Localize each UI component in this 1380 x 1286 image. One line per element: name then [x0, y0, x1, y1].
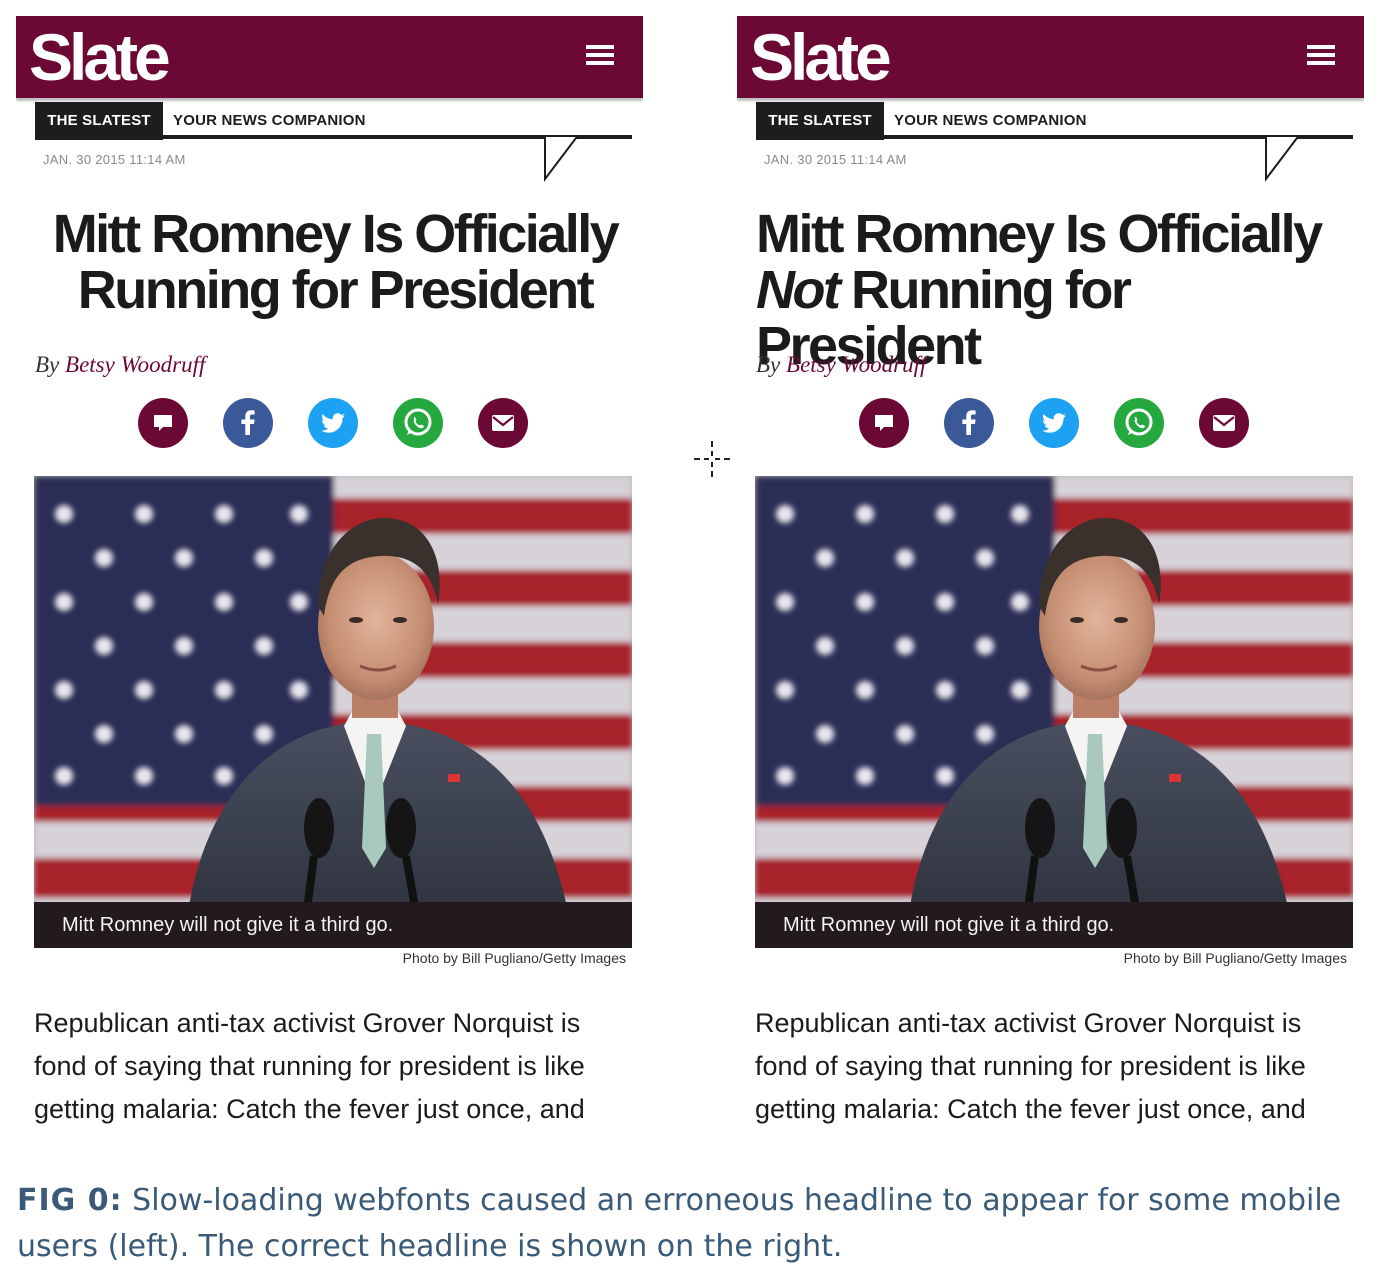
site-header: Slate [16, 16, 643, 98]
photo-credit: Photo by Bill Pugliano/Getty Images [1123, 950, 1347, 966]
author-link[interactable]: Betsy Woodruff [786, 352, 926, 377]
byline: By Betsy Woodruff [756, 352, 926, 378]
twitter-icon[interactable] [1029, 398, 1079, 448]
email-icon[interactable] [1199, 398, 1249, 448]
figure-caption: FIG 0: Slow-loading webfonts caused an e… [17, 1178, 1357, 1270]
comment-icon[interactable] [138, 398, 188, 448]
facebook-icon[interactable] [944, 398, 994, 448]
speech-bubble-divider [756, 135, 1353, 182]
headline: Mitt Romney Is Officially Not Running fo… [756, 206, 1356, 374]
email-icon[interactable] [478, 398, 528, 448]
site-header: Slate [737, 16, 1364, 98]
comment-icon[interactable] [859, 398, 909, 448]
article-photo [755, 476, 1353, 948]
article-body: Republican anti-tax activist Grover Norq… [755, 1008, 1306, 1124]
timestamp: JAN. 30 2015 11:14 AM [764, 152, 907, 167]
figure-label: FIG 0: [17, 1183, 123, 1218]
timestamp: JAN. 30 2015 11:14 AM [43, 152, 186, 167]
crosshair-cursor-icon [694, 441, 730, 477]
whatsapp-icon[interactable] [393, 398, 443, 448]
photo-caption: Mitt Romney will not give it a third go. [783, 914, 1115, 936]
facebook-icon[interactable] [223, 398, 273, 448]
article-panel-left: Slate THE SLATEST YOUR NEWS COMPANION JA… [16, 16, 643, 1132]
headline: Mitt Romney Is Officially Running for Pr… [35, 206, 635, 318]
byline: By Betsy Woodruff [35, 352, 205, 378]
share-buttons [138, 398, 538, 450]
speech-bubble-divider [35, 135, 632, 182]
byline-prefix: By [35, 352, 66, 377]
hamburger-menu-icon[interactable] [586, 43, 614, 67]
photo-caption: Mitt Romney will not give it a third go. [62, 914, 394, 936]
article-body: Republican anti-tax activist Grover Norq… [34, 1008, 585, 1124]
headline-emphasis: Not [756, 260, 841, 320]
photo-caption-bar: Mitt Romney will not give it a third go. [34, 902, 632, 948]
slate-logo[interactable]: Slate [29, 20, 171, 94]
figure-caption-text: Slow-loading webfonts caused an erroneou… [17, 1183, 1342, 1264]
share-buttons [859, 398, 1259, 450]
photo-caption-bar: Mitt Romney will not give it a third go. [755, 902, 1353, 948]
article-panel-right: Slate THE SLATEST YOUR NEWS COMPANION JA… [737, 16, 1364, 1132]
photo-credit: Photo by Bill Pugliano/Getty Images [402, 950, 626, 966]
hamburger-menu-icon[interactable] [1307, 43, 1335, 67]
twitter-icon[interactable] [308, 398, 358, 448]
headline-line-1: Mitt Romney Is Officially [756, 204, 1323, 264]
byline-prefix: By [756, 352, 787, 377]
headline-line-2: Running for President [77, 260, 595, 320]
slate-logo[interactable]: Slate [750, 20, 892, 94]
whatsapp-icon[interactable] [1114, 398, 1164, 448]
author-link[interactable]: Betsy Woodruff [65, 352, 205, 377]
headline-line-1: Mitt Romney Is Officially [52, 204, 620, 264]
article-photo [34, 476, 632, 948]
